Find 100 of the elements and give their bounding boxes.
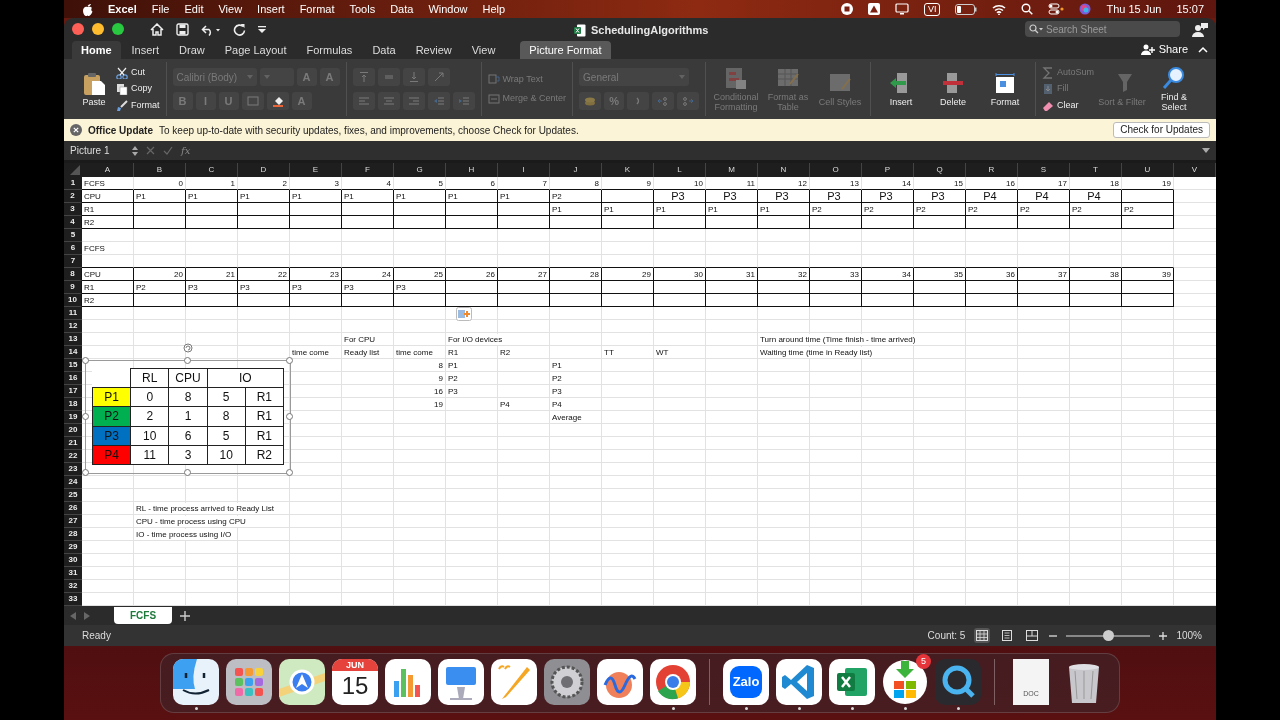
menu-item[interactable]: Data [390,0,414,18]
row-header[interactable]: 11 [64,307,82,320]
collapse-ribbon-icon[interactable] [1198,46,1208,53]
row-header[interactable]: 4 [64,216,82,229]
menu-item[interactable]: Edit [184,0,204,18]
calendar-app-icon[interactable]: JUN 15 [332,659,378,705]
row-header[interactable]: 15 [64,359,82,372]
row-header[interactable]: 31 [64,567,82,580]
column-header[interactable]: O [810,163,862,177]
ribbon-button[interactable]: Cut [116,65,160,80]
column-header[interactable]: U [1122,163,1174,177]
row-header[interactable]: 27 [64,515,82,528]
row-header[interactable]: 18 [64,398,82,411]
menu-item[interactable]: Format [299,0,335,18]
row-header[interactable]: 16 [64,372,82,385]
name-box[interactable]: Picture 1 [70,143,138,158]
sheet-tab[interactable]: FCFS [114,607,173,624]
row-header[interactable]: 23 [64,463,82,476]
ribbon-tab[interactable]: View [462,41,505,59]
map-app-icon[interactable] [279,659,325,705]
resize-handle[interactable] [184,469,191,476]
column-header[interactable]: J [550,163,602,177]
row-header[interactable]: 19 [64,411,82,424]
wifi-icon[interactable] [992,3,1007,15]
zoom-percent[interactable]: 100% [1176,628,1202,643]
column-header[interactable]: R [966,163,1018,177]
column-header[interactable]: H [446,163,498,177]
column-header[interactable]: Q [914,163,966,177]
minimize-button[interactable] [92,23,104,35]
resize-handle[interactable] [286,357,293,364]
row-header[interactable]: 21 [64,437,82,450]
row-header[interactable]: 20 [64,424,82,437]
resize-handle[interactable] [82,469,89,476]
expand-formula-icon[interactable] [1202,148,1210,153]
ribbon-button[interactable]: Find & Select [1150,66,1199,112]
comments-icon[interactable] [1192,21,1208,37]
resize-handle[interactable] [82,357,89,364]
menu-bar-time[interactable]: 15:07 [1176,0,1204,18]
ribbon-button[interactable]: Copy [116,82,160,96]
zoom-button[interactable] [112,23,124,35]
podium-app-icon[interactable] [438,659,484,705]
triangle-app-icon[interactable] [867,3,880,15]
magnifier-app-icon[interactable] [935,659,981,705]
ribbon-tab[interactable]: Formulas [297,41,362,59]
ribbon-button[interactable]: Paste [76,71,112,107]
column-header[interactable]: L [654,163,706,177]
resize-handle[interactable] [286,413,293,420]
row-header[interactable]: 32 [64,580,82,593]
column-header[interactable]: S [1018,163,1070,177]
menu-bar-date[interactable]: Thu 15 Jun [1106,0,1162,18]
column-header[interactable]: F [342,163,394,177]
row-header[interactable]: 3 [64,203,82,216]
column-header[interactable]: V [1174,163,1216,177]
bar-chart-app-icon[interactable] [385,659,431,705]
row-header[interactable]: 14 [64,346,82,359]
view-button[interactable] [1024,628,1041,643]
rotate-handle[interactable] [183,343,193,353]
gear-app-icon[interactable] [544,659,590,705]
row-header[interactable]: 33 [64,593,82,606]
ribbon-tab[interactable]: Page Layout [215,41,296,59]
control-center-icon[interactable] [1048,3,1065,15]
squiggle-app-icon[interactable] [597,659,643,705]
resize-handle[interactable] [286,469,293,476]
menu-item[interactable]: Window [428,0,468,18]
menu-item[interactable]: Tools [349,0,376,18]
ribbon-tab[interactable]: Draw [170,41,214,59]
row-header[interactable]: 24 [64,476,82,489]
column-header[interactable]: I [498,163,550,177]
row-header[interactable]: 30 [64,554,82,567]
siri-icon[interactable] [1079,3,1092,15]
view-button[interactable] [974,628,991,643]
resize-handle[interactable] [184,357,191,364]
app-menu[interactable]: Excel [108,0,137,18]
check-updates-button[interactable]: Check for Updates [1113,122,1210,138]
home-icon[interactable] [150,22,164,36]
row-header[interactable]: 10 [64,294,82,307]
ribbon-button[interactable]: Insert [877,71,926,107]
display-icon[interactable] [894,3,909,15]
row-header[interactable]: 26 [64,502,82,515]
column-header[interactable]: T [1070,163,1122,177]
menu-item[interactable]: Insert [257,0,285,18]
zoom-in-icon[interactable] [1159,631,1168,640]
column-header[interactable]: E [290,163,342,177]
column-header[interactable]: M [706,163,758,177]
redo-icon[interactable] [233,22,246,36]
chat-app-icon[interactable]: Zalo [723,659,769,705]
smiley-app-icon[interactable] [173,659,219,705]
ribbon-button[interactable] [266,92,289,110]
row-header[interactable]: 9 [64,281,82,294]
search-icon[interactable] [1029,24,1043,34]
column-header[interactable]: A [82,163,134,177]
row-header[interactable]: 22 [64,450,82,463]
column-header[interactable]: K [602,163,654,177]
row-header[interactable]: 29 [64,541,82,554]
next-sheet-icon[interactable] [84,611,90,620]
row-header[interactable]: 6 [64,242,82,255]
insert-function-button[interactable]: fx [181,143,191,158]
menu-item[interactable]: Help [482,0,506,18]
row-header[interactable]: 2 [64,190,82,203]
pen-app-icon[interactable] [491,659,537,705]
